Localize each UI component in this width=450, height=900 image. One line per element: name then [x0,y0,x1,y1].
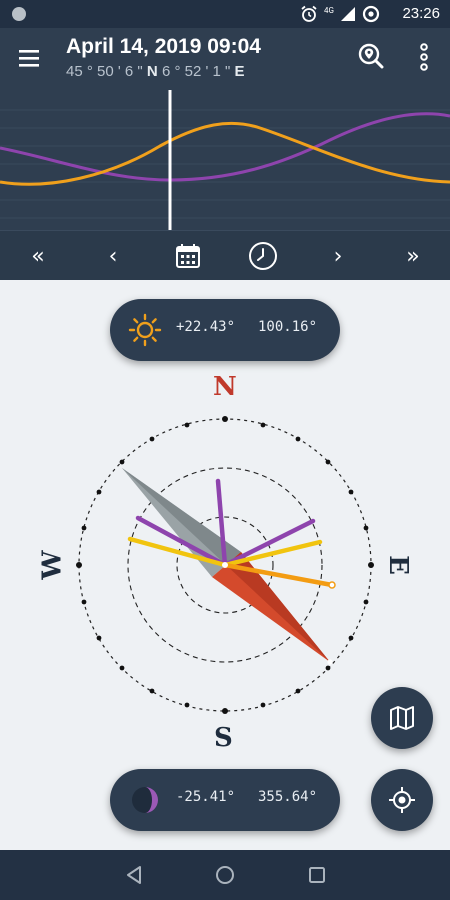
compass-area: N S E W +22.43° 100.16° -25.41° 355.64° [0,280,450,850]
back-button[interactable]: ‹ [96,239,130,273]
longitude-dir: E [234,63,245,80]
status-icons: 4G [300,5,380,23]
signal-icon [341,7,355,21]
more-vert-icon[interactable] [414,41,434,73]
moon-elevation: -25.41° [176,789,236,805]
status-bar: 4G 23:26 [0,0,450,28]
location-search-icon[interactable] [355,41,387,73]
moon-phase-icon [132,787,158,813]
forward-button[interactable]: › [321,239,355,273]
clock-icon[interactable] [246,239,280,273]
sun-ray-end [328,581,336,589]
moon-info-pill[interactable]: -25.41° 355.64° [110,769,340,831]
needle-tip [327,659,333,665]
screen: 4G 23:26 April 14, 2019 09:04 45 ° 50 ' … [0,0,450,900]
timeline-svg [0,90,450,230]
date-time-title[interactable]: April 14, 2019 09:04 [66,35,261,59]
compass-east-label: E [382,555,413,575]
fast-forward-button[interactable]: » [396,239,430,273]
sun-info-pill[interactable]: +22.43° 100.16° [110,299,340,361]
moon-ray-east [222,518,316,568]
compass-north-label: N [213,372,237,402]
latitude-value: 45 ° 50 ' 6 " [66,63,143,80]
recents-icon[interactable] [304,862,330,888]
time-controls: « ‹ › » [0,230,450,280]
system-nav-bar [0,850,450,900]
compass-needle-red [212,552,330,662]
fast-back-button[interactable]: « [21,239,55,273]
compass-south-label: S [214,723,233,753]
back-icon[interactable] [121,862,147,888]
longitude-value: 6 ° 52 ' 1 " [161,63,231,80]
map-icon [390,706,414,730]
network-type: 4G [324,5,334,15]
compass-west-label: W [37,550,68,580]
sun-icon [128,313,162,347]
latitude-dir: N [146,63,158,80]
alarm-icon [301,5,317,22]
map-button[interactable] [371,687,433,749]
sun-azimuth: 100.16° [258,319,318,335]
sun-moon-timeline-graph[interactable] [0,90,450,230]
sun-elevation: +22.43° [176,319,236,335]
location-coordinates[interactable]: 45 ° 50 ' 6 " N 6 ° 52 ' 1 " E [66,63,245,80]
menu-icon[interactable] [16,46,44,70]
compass-center [222,562,228,568]
home-icon[interactable] [212,862,238,888]
calendar-icon[interactable] [171,239,205,273]
moon-azimuth: 355.64° [258,789,318,805]
app-bar: April 14, 2019 09:04 45 ° 50 ' 6 " N 6 °… [0,28,450,90]
data-saver-icon [362,5,380,23]
status-time: 23:26 [402,5,440,22]
notification-dot-icon [12,7,26,21]
my-location-icon [389,787,415,813]
my-location-button[interactable] [371,769,433,831]
